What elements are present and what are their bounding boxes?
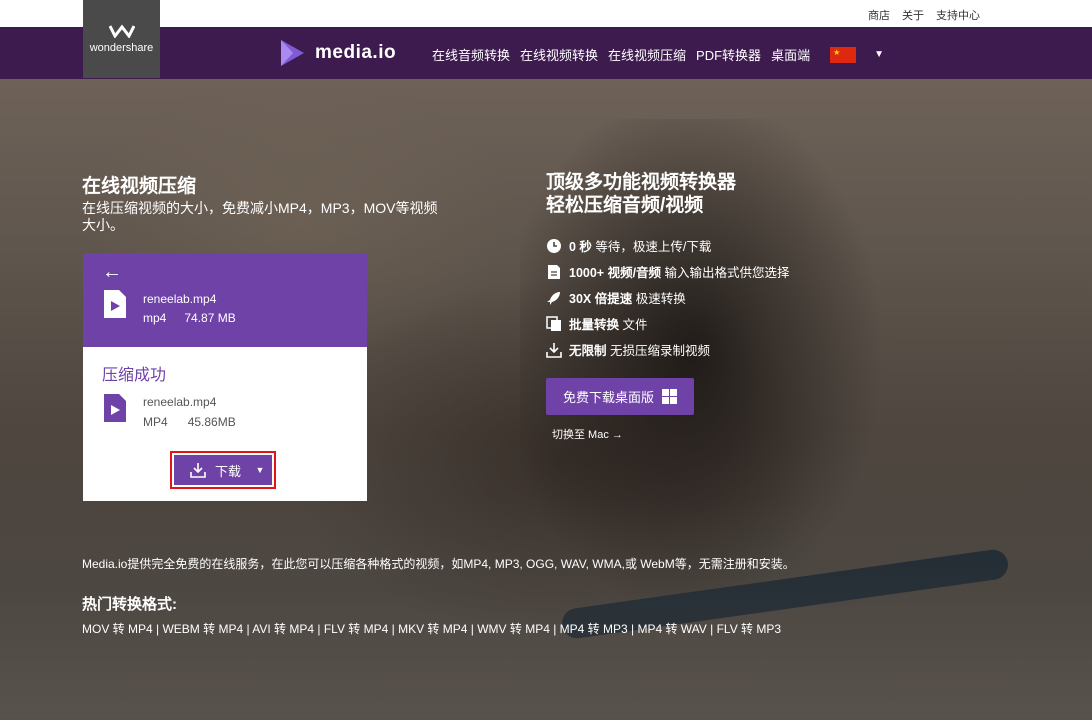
download-options-caret-icon[interactable]: ▼ [248, 455, 272, 485]
windows-icon [662, 389, 677, 404]
compress-status: 压缩成功 [102, 367, 167, 384]
features-title-line2: 轻松压缩音频/视频 [546, 195, 704, 216]
wondershare-mark-icon [108, 24, 135, 38]
original-file-name: reneelab.mp4 [143, 292, 217, 306]
back-arrow-icon[interactable]: ← [102, 261, 122, 284]
wondershare-text: wondershare [89, 42, 154, 54]
document-icon [548, 264, 560, 279]
compressed-file-format: MP4 [143, 415, 168, 429]
features-title: 顶级多功能视频转换器 轻松压缩音频/视频 [546, 171, 736, 217]
link-support[interactable]: 支持中心 [936, 7, 980, 23]
nav-item-desktop[interactable]: 桌面端 [771, 45, 810, 64]
feature-bold: 1000+ 视频/音频 [569, 266, 662, 280]
download-label: 下载 [215, 463, 242, 479]
download-highlight: 下载 ▼ [170, 451, 276, 489]
link-about[interactable]: 关于 [902, 7, 924, 23]
compressed-file-size: 45.86MB [187, 415, 236, 429]
media-io-logo[interactable]: media.io [279, 39, 396, 67]
utility-links: 商店 关于 支持中心 [868, 7, 980, 23]
nav-item-pdf-converter[interactable]: PDF转换器 [696, 45, 761, 64]
feature-text: 极速转换 [635, 292, 686, 306]
top-utility-bar: 商店 关于 支持中心 [0, 0, 1092, 27]
popular-formats-list[interactable]: MOV 转 MP4 | WEBM 转 MP4 | AVI 转 MP4 | FLV… [82, 620, 781, 637]
feature-bold: 批量转换 [569, 318, 620, 332]
compress-result-card: ← reneelab.mp4 mp4 74.87 MB 压缩成功 reneelab… [83, 253, 367, 501]
nav-item-video-compress[interactable]: 在线视频压缩 [608, 45, 686, 64]
feature-item: 0 秒 等待，极速上传/下载 [546, 236, 846, 255]
main-navbar: media.io 在线音频转换 在线视频转换 在线视频压缩 PDF转换器 桌面端… [0, 27, 1092, 79]
link-store[interactable]: 商店 [868, 7, 890, 23]
video-file-icon [104, 290, 126, 318]
wondershare-logo[interactable]: wondershare [83, 0, 160, 78]
page-title: 在线视频压缩 [82, 176, 197, 197]
feature-item: 无限制 无损压缩录制视频 [546, 340, 846, 359]
compressed-file-info: MP4 45.86MB [143, 415, 236, 429]
hero-section: 在线视频压缩 在线压缩视频的大小，免费减小MP4，MP3，MOV等视频大小。 ←… [0, 79, 1092, 720]
arrow-right-icon: → [611, 429, 623, 441]
download-icon [546, 342, 562, 358]
original-file-info: mp4 74.87 MB [143, 311, 236, 325]
clock-icon [547, 238, 561, 253]
feature-item: 1000+ 视频/音频 输入输出格式供您选择 [546, 262, 846, 281]
feature-bold: 30X 倍提速 [569, 292, 633, 306]
original-file-size: 74.87 MB [184, 311, 236, 325]
download-button[interactable]: 下载 ▼ [174, 455, 272, 485]
feature-item: 批量转换 文件 [546, 314, 846, 333]
media-io-play-icon [281, 40, 304, 66]
nav-item-audio-convert[interactable]: 在线音频转换 [432, 45, 510, 64]
feature-text: 输入输出格式供您选择 [664, 266, 790, 280]
feature-text: 文件 [622, 318, 648, 332]
nav-item-video-convert[interactable]: 在线视频转换 [520, 45, 598, 64]
brand-name: media.io [315, 42, 397, 63]
features-title-line1: 顶级多功能视频转换器 [546, 172, 737, 193]
copy-icon [546, 315, 561, 331]
switch-to-mac-label: 切换至 Mac [552, 429, 609, 441]
feature-bold: 无限制 [569, 344, 607, 358]
video-file-icon [104, 394, 126, 422]
feature-text: 无损压缩录制视频 [610, 344, 711, 358]
original-file-format: mp4 [143, 311, 167, 325]
compressed-file-name: reneelab.mp4 [143, 395, 217, 409]
original-file-panel: ← reneelab.mp4 mp4 74.87 MB [83, 253, 367, 347]
download-icon [190, 463, 206, 478]
language-caret-icon[interactable]: ▼ [874, 49, 884, 60]
switch-to-mac-link[interactable]: 切换至 Mac → [552, 426, 623, 442]
service-description: Media.io提供完全免费的在线服务，在此您可以压缩各种格式的视频，如MP4,… [82, 557, 795, 571]
rocket-icon [547, 291, 560, 305]
page-subtitle: 在线压缩视频的大小，免费减小MP4，MP3，MOV等视频大小。 [82, 200, 438, 233]
feature-bold: 0 秒 [569, 240, 592, 254]
popular-formats-title: 热门转换格式: [82, 596, 177, 613]
download-desktop-button[interactable]: 免费下载桌面版 [546, 378, 694, 415]
feature-text: 等待，极速上传/下载 [595, 240, 712, 254]
nav-menu: 在线音频转换 在线视频转换 在线视频压缩 PDF转换器 桌面端 ▼ [432, 45, 884, 64]
feature-item: 30X 倍提速 极速转换 [546, 288, 846, 307]
china-flag-icon[interactable] [830, 46, 857, 63]
download-desktop-label: 免费下载桌面版 [562, 390, 654, 405]
